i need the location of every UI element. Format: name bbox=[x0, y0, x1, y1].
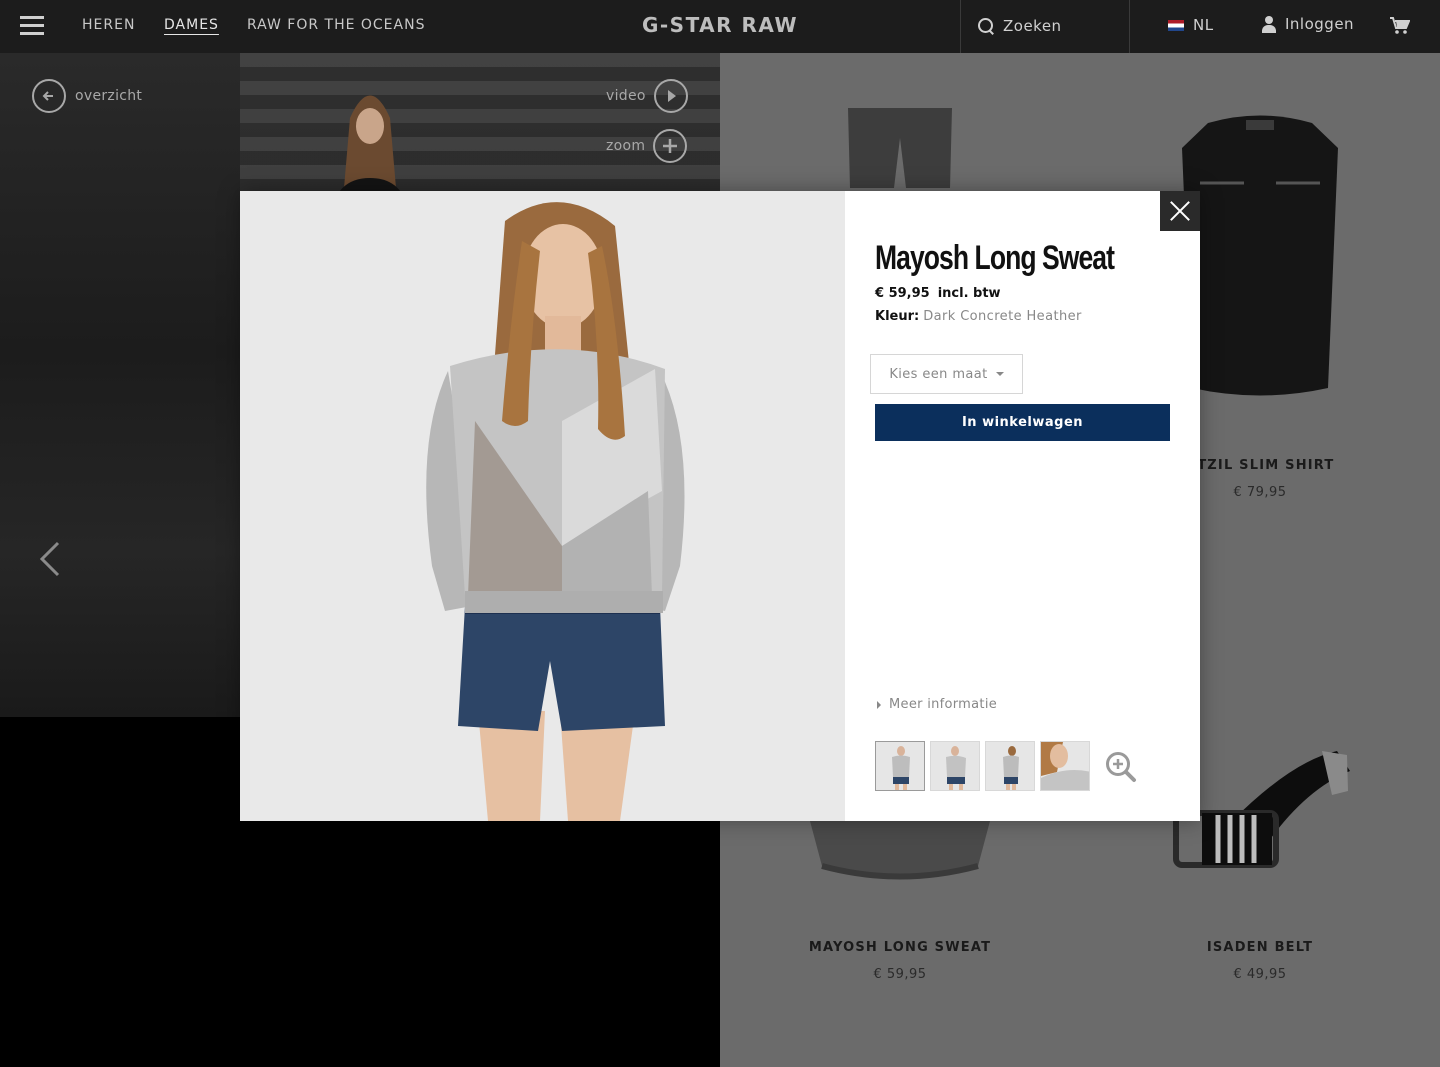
product-image-jeans[interactable] bbox=[838, 108, 962, 188]
top-navigation-bar: HEREN DAMES RAW FOR THE OCEANS G-STAR RA… bbox=[0, 0, 1440, 53]
zoom-in-icon[interactable] bbox=[1105, 751, 1137, 783]
divider bbox=[960, 0, 961, 53]
vat-note: incl. btw bbox=[937, 286, 1001, 301]
product-name[interactable]: MAYOSH LONG SWEAT bbox=[720, 940, 1080, 955]
product-title: Mayosh Long Sweat bbox=[875, 239, 1115, 277]
netherlands-flag-icon bbox=[1168, 19, 1184, 31]
size-select[interactable]: Kies een maat bbox=[870, 354, 1023, 394]
divider bbox=[1129, 0, 1130, 53]
triangle-right-icon bbox=[877, 700, 881, 709]
thumbnail-2[interactable] bbox=[930, 741, 980, 791]
chevron-left-icon[interactable] bbox=[38, 541, 62, 577]
search-label: Zoeken bbox=[1003, 17, 1062, 35]
back-label: overzicht bbox=[75, 88, 143, 104]
thumbnail-4[interactable] bbox=[1040, 741, 1090, 791]
size-select-label: Kies een maat bbox=[889, 366, 988, 382]
color-label: Kleur: bbox=[875, 309, 920, 324]
cart-icon[interactable] bbox=[1390, 17, 1410, 35]
product-price: € 59,95 bbox=[875, 286, 930, 301]
close-modal-button[interactable] bbox=[1160, 191, 1200, 231]
menu-icon[interactable] bbox=[20, 16, 44, 36]
model-photo bbox=[240, 191, 845, 821]
brand-logo[interactable]: G-STAR RAW bbox=[520, 13, 920, 37]
plus-icon bbox=[653, 129, 688, 163]
product-image-sweat[interactable] bbox=[808, 821, 992, 883]
zoom-label: zoom bbox=[606, 138, 646, 154]
thumbnail-3[interactable] bbox=[985, 741, 1035, 791]
thumbnail-1[interactable] bbox=[875, 741, 925, 791]
product-price: € 49,95 bbox=[1233, 967, 1287, 982]
zoom-button[interactable]: zoom bbox=[606, 129, 688, 163]
login-button[interactable]: Inloggen bbox=[1262, 15, 1354, 33]
product-name[interactable]: ISADEN BELT bbox=[1080, 940, 1440, 955]
search-icon bbox=[978, 17, 995, 35]
product-info-panel: Mayosh Long Sweat € 59,95 incl. btw Kleur… bbox=[845, 191, 1200, 821]
add-to-cart-button[interactable]: In winkelwagen bbox=[875, 404, 1170, 441]
language-selector[interactable]: NL bbox=[1168, 16, 1214, 34]
nav-link-dames[interactable]: DAMES bbox=[164, 17, 219, 33]
back-to-overview-button[interactable]: overzicht bbox=[32, 79, 142, 113]
nav-link-raw-for-the-oceans[interactable]: RAW FOR THE OCEANS bbox=[247, 17, 425, 33]
video-button[interactable]: video bbox=[606, 79, 688, 113]
arrow-left-icon bbox=[32, 79, 66, 113]
thumbnail-strip bbox=[875, 741, 1090, 791]
nav-link-heren[interactable]: HEREN bbox=[82, 17, 135, 33]
user-icon bbox=[1262, 15, 1276, 33]
color-value: Dark Concrete Heather bbox=[923, 309, 1082, 324]
product-image-shirt[interactable] bbox=[1178, 108, 1342, 403]
product-main-image[interactable] bbox=[240, 191, 845, 821]
play-icon bbox=[653, 79, 688, 113]
quick-view-modal: Mayosh Long Sweat € 59,95 incl. btw Kleur… bbox=[240, 191, 1200, 821]
price-row: € 59,95 incl. btw bbox=[875, 286, 1001, 301]
login-label: Inloggen bbox=[1285, 15, 1355, 33]
more-info-label: Meer informatie bbox=[889, 697, 998, 712]
caret-down-icon bbox=[995, 372, 1004, 376]
video-label: video bbox=[606, 88, 646, 104]
more-info-toggle[interactable]: Meer informatie bbox=[877, 697, 997, 712]
language-label: NL bbox=[1193, 16, 1214, 34]
color-row: Kleur: Dark Concrete Heather bbox=[875, 309, 1082, 324]
product-price: € 59,95 bbox=[873, 967, 927, 982]
search-button[interactable]: Zoeken bbox=[978, 14, 1062, 38]
